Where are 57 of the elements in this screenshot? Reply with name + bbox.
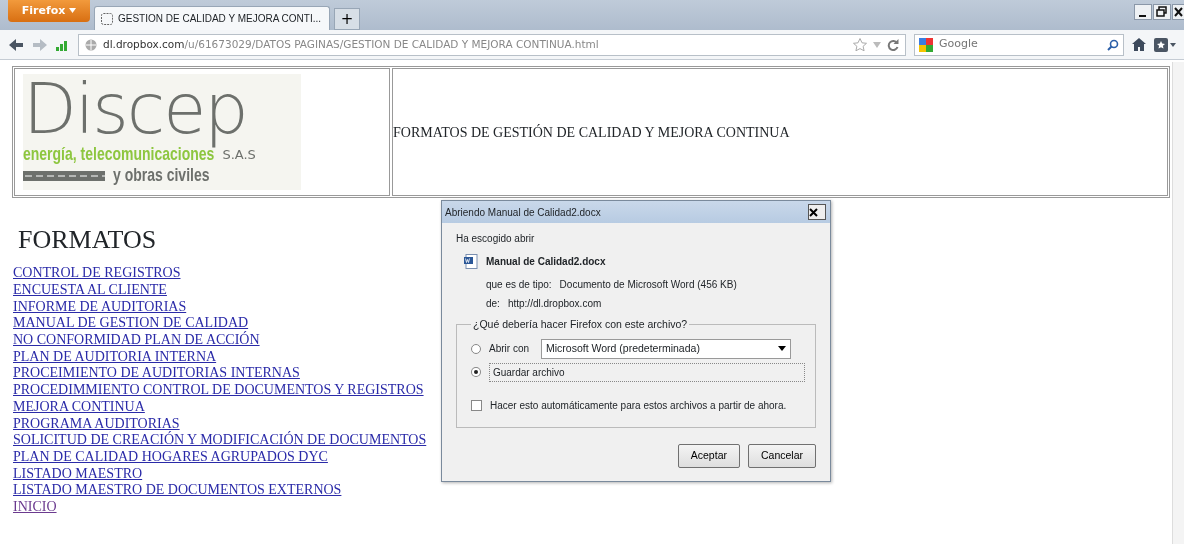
dialog-title: Abriendo Manual de Calidad2.docx <box>445 205 601 220</box>
reload-icon[interactable] <box>887 38 899 51</box>
document-link[interactable]: INICIO <box>13 499 57 516</box>
file-source-value: http://dl.dropbox.com <box>507 297 602 311</box>
radio-button[interactable] <box>471 343 481 354</box>
file-type-label: que es de tipo: <box>486 278 552 292</box>
intro-text: Ha escogido abrir <box>456 232 536 246</box>
star-icon[interactable] <box>853 38 867 51</box>
header-title: FORMATOS DE GESTIÓN DE CALIDAD Y MEJORA CONTINUA <box>393 123 790 142</box>
signal-icon <box>56 38 70 51</box>
caret-icon[interactable] <box>69 8 77 14</box>
file-name: Manual de Calidad2.docx <box>486 255 606 269</box>
bookmarks-icon[interactable] <box>1154 37 1176 52</box>
file-type-value: Documento de Microsoft Word (456 KB) <box>559 278 737 292</box>
browser-tab[interactable]: GESTION DE CALIDAD Y MEJORA CONTI... <box>94 6 330 30</box>
document-link[interactable]: PROCEIMIENTO DE AUDITORIAS INTERNAS <box>13 365 300 383</box>
back-icon[interactable] <box>8 37 24 52</box>
dialog-button[interactable]: Aceptar <box>677 443 740 468</box>
document-link[interactable]: ENCUESTA AL CLIENTE <box>13 281 167 299</box>
search-engine-icon[interactable] <box>919 37 933 52</box>
close-icon[interactable] <box>1172 4 1184 20</box>
radio-label[interactable]: Abrir con <box>489 341 529 357</box>
document-link[interactable]: SOLICITUD DE CREACIÓN Y MODIFICACIÓN DE DOCUMENTOS <box>13 432 427 449</box>
dropdown-icon[interactable] <box>778 346 786 352</box>
document-icon <box>464 254 478 269</box>
close-button[interactable] <box>808 204 826 220</box>
home-icon[interactable] <box>1132 38 1146 51</box>
document-link[interactable]: INFORME DE AUDITORIAS <box>13 298 187 316</box>
document-link[interactable]: LISTADO MAESTRO <box>13 465 143 483</box>
search-icon[interactable] <box>1107 38 1119 51</box>
radio-button[interactable] <box>471 367 481 378</box>
document-link[interactable]: MEJORA CONTINUA <box>13 398 145 416</box>
document-link[interactable]: PLAN DE CALIDAD HOGARES AGRUPADOS DYC <box>13 448 328 466</box>
dialog-button[interactable]: Cancelar <box>747 443 816 468</box>
app-dropdown[interactable]: Microsoft Word (predeterminada) <box>541 338 791 359</box>
page-icon <box>101 12 113 25</box>
document-link[interactable]: PLAN DE AUDITORIA INTERNA <box>13 348 217 366</box>
document-link[interactable]: NO CONFORMIDAD PLAN DE ACCIÓN <box>13 332 260 349</box>
document-link[interactable]: PROCEDIMMIENTO CONTROL DE DOCUMENTOS Y REGISTROS <box>13 382 424 399</box>
minimize-icon[interactable] <box>1134 4 1152 20</box>
radio-label[interactable]: Guardar archivo <box>488 362 805 382</box>
logo: Discep energía, telecomunicaciones S.A.S y obras civiles <box>23 74 301 190</box>
restore-icon[interactable] <box>1153 4 1171 20</box>
address-bar[interactable]: dl.dropbox.com/u/61673029/DATOS PAGINAS/GESTION DE CALIDAD Y MEJORA CONTINUA.html <box>78 33 906 56</box>
new-tab-button[interactable]: + <box>334 8 360 30</box>
document-link[interactable]: LISTADO MAESTRO DE DOCUMENTOS EXTERNOS <box>13 482 342 500</box>
document-link[interactable]: CONTROL DE REGISTROS <box>13 265 181 282</box>
group-label: ¿Qué debería hacer Firefox con este archivo? <box>472 317 689 332</box>
document-link[interactable]: MANUAL DE GESTION DE CALIDAD <box>13 315 249 332</box>
scrollbar[interactable] <box>1172 62 1184 544</box>
page-heading: FORMATOS <box>18 224 157 256</box>
close-icon <box>809 207 818 217</box>
checkbox[interactable] <box>471 399 482 411</box>
file-source-label: de: <box>486 297 500 311</box>
checkbox-label[interactable]: Hacer esto automáticamente para estos archivos a partir de ahora. <box>490 397 787 413</box>
globe-icon <box>85 38 97 51</box>
search-box[interactable]: Google <box>914 33 1124 56</box>
